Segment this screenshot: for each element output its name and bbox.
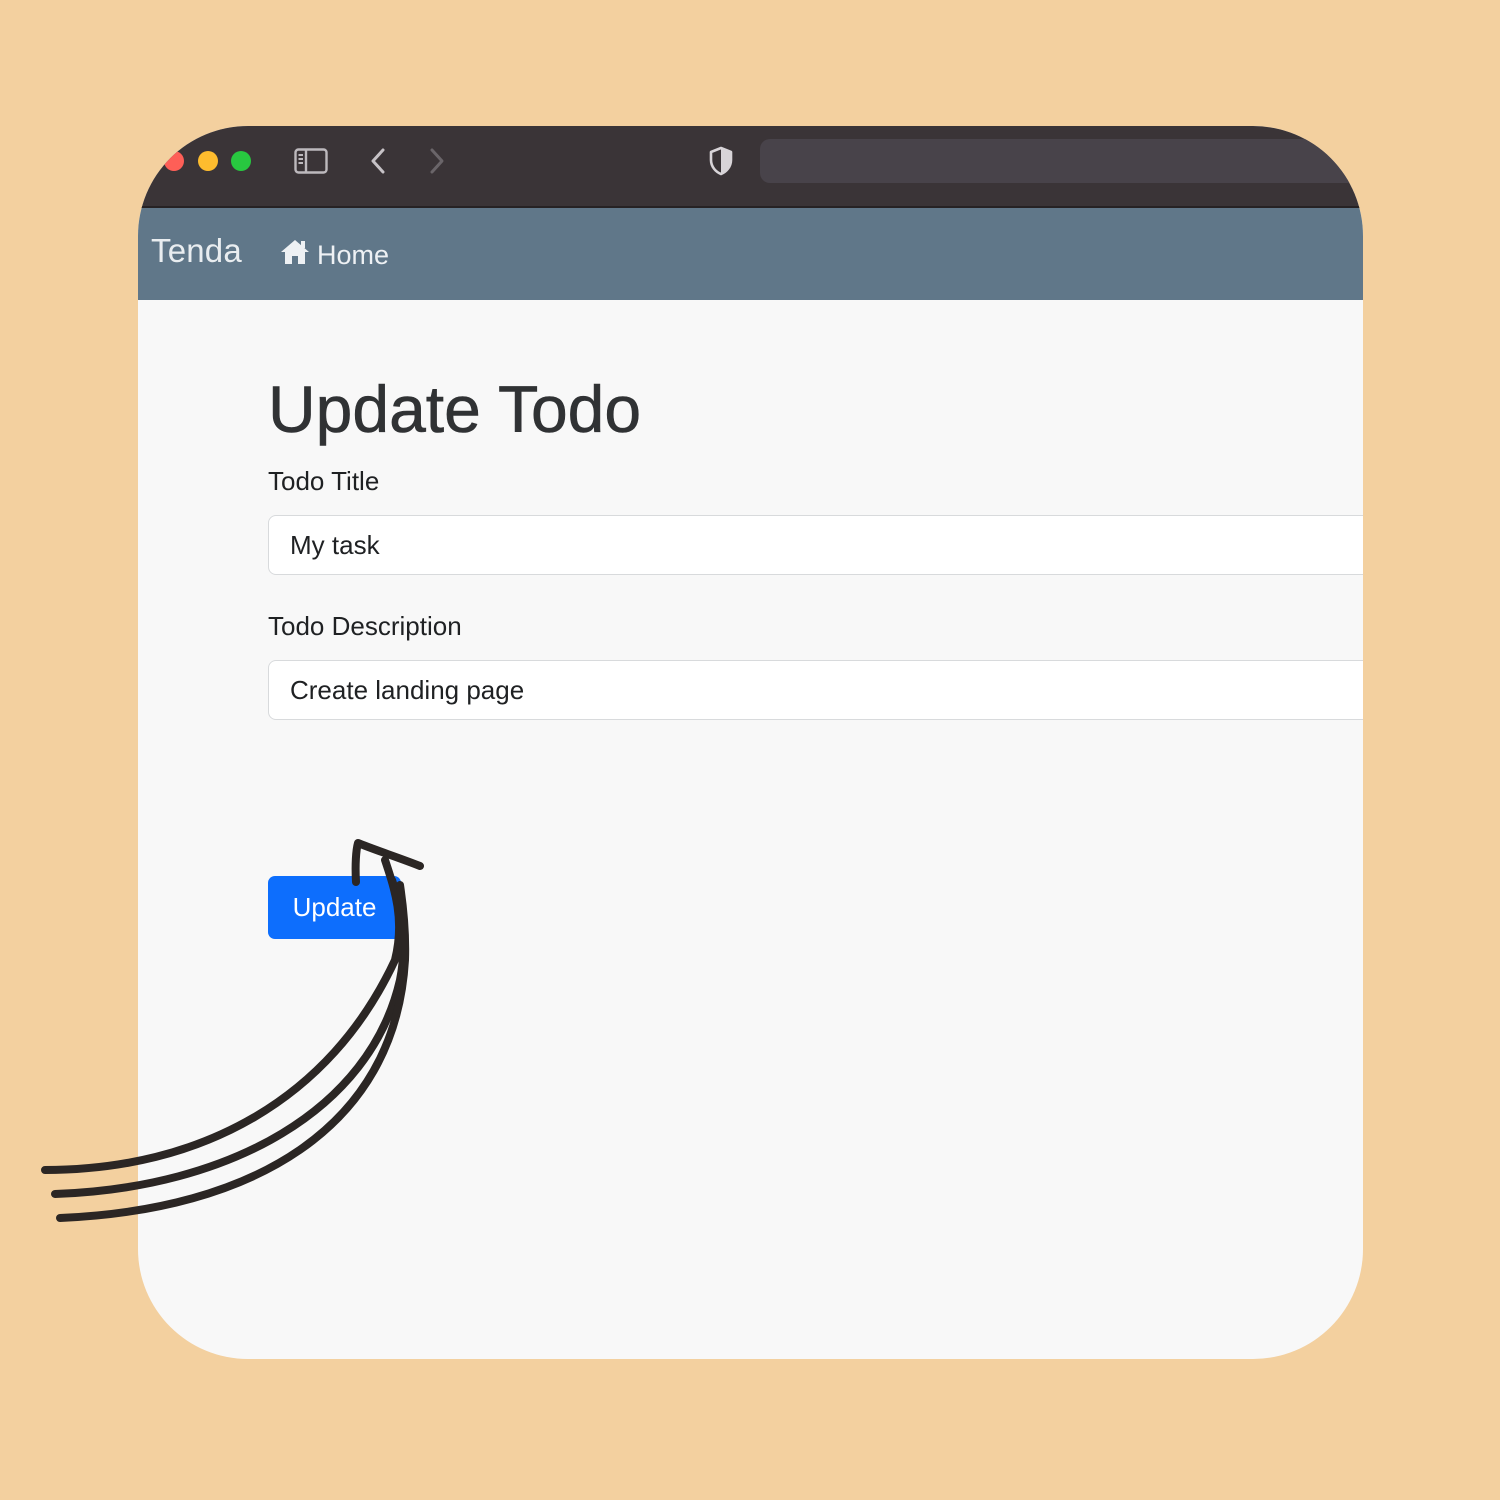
nav-home-link[interactable]: Home (279, 238, 389, 273)
forward-chevron-icon[interactable] (425, 146, 449, 176)
nav-home-label: Home (317, 240, 390, 270)
back-chevron-icon[interactable] (366, 146, 390, 176)
browser-titlebar (138, 126, 1363, 208)
home-icon (279, 238, 311, 273)
browser-window: Tenda Home Update Todo Todo Title Todo D… (138, 126, 1363, 1359)
shield-icon[interactable] (705, 146, 737, 176)
todo-description-input[interactable] (268, 660, 1363, 720)
close-window-button[interactable] (164, 151, 184, 171)
app-navbar: Tenda Home (138, 208, 1363, 300)
minimize-window-button[interactable] (198, 151, 218, 171)
zoom-window-button[interactable] (231, 151, 251, 171)
update-todo-form: Update Todo Todo Title Todo Description … (268, 372, 1363, 939)
todo-title-input[interactable] (268, 515, 1363, 575)
todo-title-label: Todo Title (268, 466, 380, 496)
address-bar[interactable] (760, 139, 1363, 183)
todo-description-label: Todo Description (268, 611, 462, 641)
page-title: Update Todo (268, 372, 642, 446)
sidebar-toggle-icon[interactable] (293, 146, 329, 176)
brand-logo[interactable]: Tenda (151, 232, 242, 270)
update-button[interactable]: Update (268, 876, 401, 939)
